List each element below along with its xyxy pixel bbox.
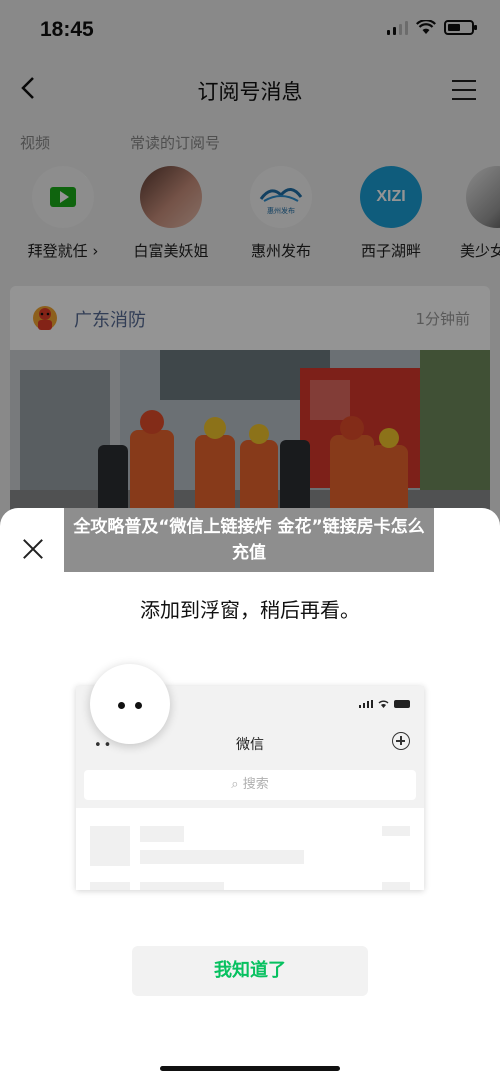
search-icon: ⌕ (231, 777, 243, 792)
skeleton-line (382, 882, 410, 890)
preview-search-placeholder: 搜索 (242, 777, 269, 792)
skeleton-line (140, 882, 224, 890)
skeleton-avatar (90, 882, 130, 890)
wifi-icon (378, 700, 389, 708)
preview-status-icons (359, 700, 410, 708)
sheet-title: 添加到浮窗，稍后再看。 (140, 598, 360, 622)
battery-icon (394, 700, 410, 708)
floating-window-bubble (90, 664, 170, 744)
skeleton-line (140, 850, 304, 864)
skeleton-avatar (90, 826, 130, 866)
skeleton-line (140, 826, 184, 842)
home-indicator (160, 1066, 340, 1071)
preview-search-bar: ⌕ 搜索 (84, 770, 416, 800)
floating-window-tip-sheet: 添加到浮窗，稍后再看。 •• 微信 ⌕ 搜索 我知道了 (0, 508, 500, 1082)
skeleton-line (382, 826, 410, 836)
signal-icon (359, 700, 373, 708)
plus-circle-icon (392, 732, 410, 750)
overlay-caption: 全攻略普及“微信上链接炸 金花”链接房卡怎么充值 (64, 508, 434, 572)
got-it-button[interactable]: 我知道了 (132, 946, 368, 996)
close-icon[interactable] (22, 538, 44, 560)
